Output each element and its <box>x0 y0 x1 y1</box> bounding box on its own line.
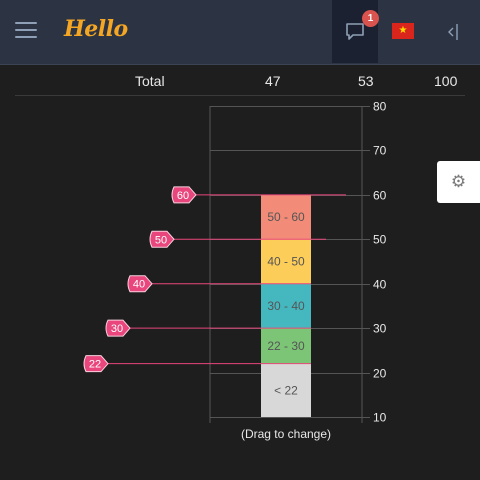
handle-value: 60 <box>177 190 189 202</box>
y-tick-label: 10 <box>373 411 387 425</box>
segment-label: < 22 <box>274 383 298 397</box>
handle-value: 30 <box>111 323 123 335</box>
y-tick-label: 50 <box>373 233 387 247</box>
range-chart[interactable]: 10 20 30 40 50 60 70 80 < 22 22 - 30 30 - 40 40 - 5… <box>0 0 480 480</box>
segment-label: 40 - 50 <box>267 255 305 269</box>
drag-hint: (Drag to change) <box>240 427 332 441</box>
handle-value: 22 <box>89 359 101 371</box>
handle-value: 40 <box>133 279 145 291</box>
gear-icon: ⚙ <box>450 172 467 191</box>
handle-value: 50 <box>155 234 167 246</box>
segment-label: 30 - 40 <box>267 299 305 313</box>
settings-button[interactable]: ⚙ <box>437 161 480 203</box>
drag-handle[interactable]: 60 <box>171 186 197 204</box>
y-tick-label: 30 <box>373 322 387 336</box>
drag-handle[interactable]: 50 <box>149 230 175 248</box>
drag-handle[interactable]: 22 <box>83 355 109 373</box>
segment-label: 50 - 60 <box>267 210 305 224</box>
y-tick-label: 80 <box>373 100 387 114</box>
y-tick-label: 20 <box>373 367 387 381</box>
y-tick-label: 70 <box>373 144 387 158</box>
segment-label: 22 - 30 <box>267 339 305 353</box>
y-tick-label: 40 <box>373 278 387 292</box>
y-tick-label: 60 <box>373 189 387 203</box>
drag-handle[interactable]: 40 <box>127 275 153 293</box>
drag-handle[interactable]: 30 <box>105 319 131 337</box>
